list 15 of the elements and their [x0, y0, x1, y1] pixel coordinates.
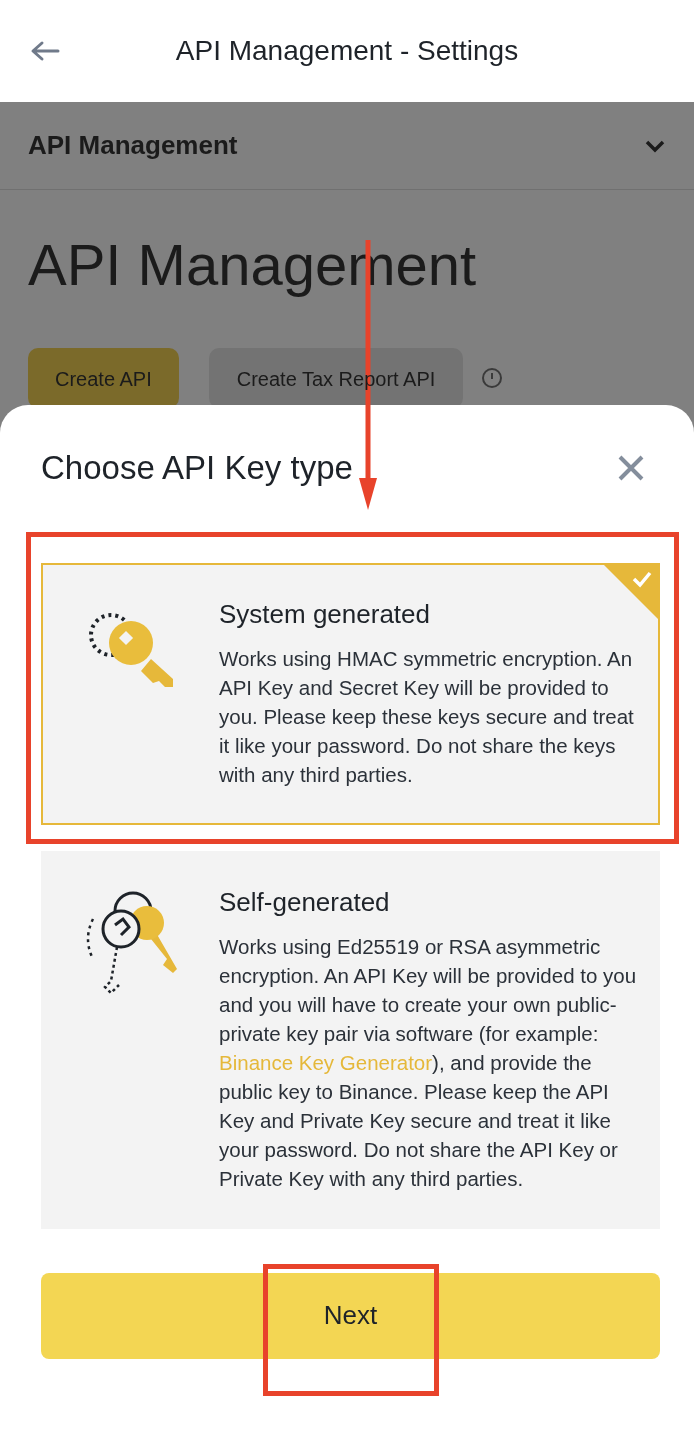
sheet-title: Choose API Key type	[41, 448, 353, 488]
option-description: Works using HMAC symmetric encryption. An API Key and Secret Key will be provided to you. Please keep these keys secure and treat it like your password. Do not share the keys with any third parties.	[219, 645, 635, 788]
key-type-option[interactable]	[41, 562, 660, 825]
option-title: System generated	[219, 597, 431, 631]
create-api-button[interactable]: Create API	[28, 348, 179, 405]
option-description: Works using Ed25519 or RSA asymmetric encryption. An API Key will be provided to you and you will have to create your own public-private key pair via software (for example: Binance Key Generator), and provide the public key to Binance. Please keep the API Key and Private Key secure and treat it like your password. Do not share the API Key or Private Key with any third parties.	[219, 933, 638, 1192]
next-button[interactable]: Next	[41, 1272, 660, 1359]
section-dropdown-label: API Management	[28, 129, 238, 162]
back-icon[interactable]	[30, 40, 60, 62]
option-title: Self-generated	[219, 885, 391, 919]
check-corner-icon	[604, 564, 658, 619]
chevron-down-icon[interactable]	[644, 138, 666, 153]
close-icon[interactable]	[617, 453, 645, 482]
info-icon[interactable]	[481, 367, 504, 389]
page-title: API Management - Settings	[175, 34, 519, 68]
